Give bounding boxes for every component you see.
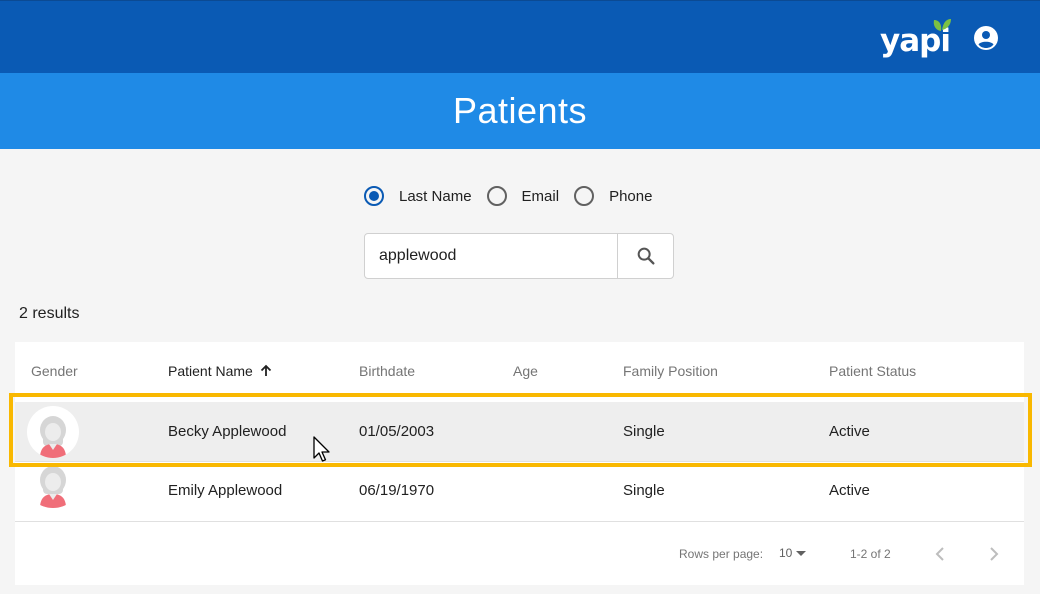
patients-table: Gender Patient Name Birthdate Age Family… bbox=[15, 342, 1024, 585]
patient-name-cell[interactable]: Becky Applewood bbox=[168, 423, 286, 440]
leaf-icon bbox=[933, 19, 951, 31]
page-title-bar: Patients bbox=[0, 73, 1040, 149]
female-avatar-icon bbox=[27, 406, 79, 458]
table-row[interactable]: Emily Applewood 06/19/1970 Single Active bbox=[15, 462, 1024, 522]
birthdate-cell: 01/05/2003 bbox=[359, 423, 435, 440]
column-header-family-position[interactable]: Family Position bbox=[623, 363, 718, 379]
female-avatar-icon bbox=[27, 462, 79, 508]
table-pagination: Rows per page: 10 1-2 of 2 bbox=[15, 522, 1024, 585]
column-header-patient-status[interactable]: Patient Status bbox=[829, 363, 916, 379]
rows-per-page-select[interactable]: 10 bbox=[779, 546, 807, 560]
column-header-gender[interactable]: Gender bbox=[31, 363, 78, 379]
top-app-bar: yapi bbox=[0, 0, 1040, 73]
search-icon bbox=[637, 247, 655, 265]
radio-label-phone: Phone bbox=[609, 187, 653, 205]
table-row[interactable]: Becky Applewood 01/05/2003 Single Active bbox=[15, 402, 1024, 462]
column-header-birthdate[interactable]: Birthdate bbox=[359, 363, 415, 379]
caret-down-icon bbox=[796, 550, 807, 556]
results-count: 2 results bbox=[19, 305, 80, 322]
column-header-label: Patient Name bbox=[168, 363, 253, 379]
radio-last-name[interactable]: Last Name bbox=[364, 186, 472, 206]
search-field bbox=[364, 233, 674, 279]
radio-email[interactable]: Email bbox=[486, 186, 560, 206]
rows-per-page-value: 10 bbox=[779, 546, 793, 560]
account-circle-icon[interactable] bbox=[974, 26, 998, 50]
patient-status-cell: Active bbox=[829, 482, 870, 499]
search-button[interactable] bbox=[617, 234, 673, 278]
patient-status-cell: Active bbox=[829, 423, 870, 440]
chevron-right-icon[interactable] bbox=[982, 542, 1006, 566]
birthdate-cell: 06/19/1970 bbox=[359, 482, 435, 499]
patient-name-cell[interactable]: Emily Applewood bbox=[168, 482, 282, 499]
radio-button-checked[interactable] bbox=[364, 186, 384, 206]
radio-button[interactable] bbox=[574, 186, 595, 206]
pagination-range: 1-2 of 2 bbox=[850, 547, 891, 561]
radio-button[interactable] bbox=[486, 186, 507, 206]
radio-phone[interactable]: Phone bbox=[574, 186, 652, 206]
column-header-age[interactable]: Age bbox=[513, 363, 538, 379]
family-position-cell: Single bbox=[623, 423, 665, 440]
page-title: Patients bbox=[452, 90, 588, 131]
table-header: Gender Patient Name Birthdate Age Family… bbox=[15, 342, 1024, 402]
rows-per-page-label: Rows per page: bbox=[679, 547, 764, 561]
search-type-radio-group: Last Name Email Phone bbox=[364, 184, 667, 208]
family-position-cell: Single bbox=[623, 482, 665, 499]
radio-label-email: Email bbox=[521, 187, 560, 205]
chevron-left-icon[interactable] bbox=[928, 542, 952, 566]
radio-label-last-name: Last Name bbox=[399, 187, 472, 205]
column-header-patient-name[interactable]: Patient Name bbox=[168, 363, 273, 379]
arrow-up-icon bbox=[260, 364, 271, 376]
mouse-cursor-icon bbox=[313, 436, 330, 462]
search-input[interactable] bbox=[365, 234, 617, 278]
